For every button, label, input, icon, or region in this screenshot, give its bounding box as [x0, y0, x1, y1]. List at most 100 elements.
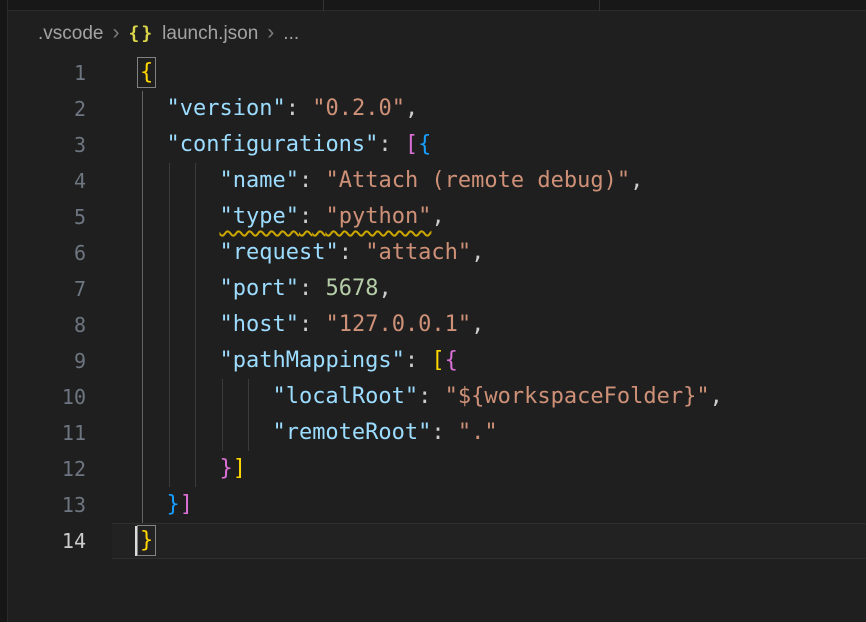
indent-guide — [195, 415, 196, 451]
tab-separator — [323, 0, 324, 11]
code-token: [ — [405, 132, 418, 157]
indent-guide — [169, 379, 170, 415]
indent-guide — [142, 307, 143, 343]
indent-guide — [169, 163, 170, 199]
code-token: "127.0.0.1" — [325, 312, 471, 337]
code-token — [140, 204, 219, 229]
line-number[interactable]: 8 — [0, 307, 86, 343]
code-line-content: "pathMappings": [{ — [140, 343, 458, 379]
code-token — [140, 384, 272, 409]
code-line[interactable]: 1{ — [0, 55, 866, 91]
line-number[interactable]: 13 — [0, 487, 86, 523]
indent-guide — [142, 343, 143, 379]
line-number[interactable]: 12 — [0, 451, 86, 487]
code-token: "configurations" — [167, 132, 379, 157]
code-token: : — [299, 204, 312, 229]
line-number[interactable]: 7 — [0, 271, 86, 307]
code-token — [140, 420, 272, 445]
indent-guide — [169, 307, 170, 343]
code-line[interactable]: 4 "name": "Attach (remote debug)", — [0, 163, 866, 199]
code-token — [140, 312, 219, 337]
indent-guide — [169, 415, 170, 451]
code-token: , — [405, 96, 418, 121]
code-line[interactable]: 10 "localRoot": "${workspaceFolder}", — [0, 379, 866, 415]
indent-guide — [195, 235, 196, 271]
code-token: , — [378, 276, 391, 301]
code-line-content: "name": "Attach (remote debug)", — [140, 163, 643, 199]
indent-guide — [195, 307, 196, 343]
indent-guide — [195, 379, 196, 415]
code-line-content: "request": "attach", — [140, 235, 484, 271]
code-token — [140, 492, 167, 517]
indent-guide — [142, 91, 143, 127]
line-number[interactable]: 11 — [0, 415, 86, 451]
indent-guide — [222, 415, 223, 451]
code-line[interactable]: 3 "configurations": [{ — [0, 127, 866, 163]
code-line[interactable]: 7 "port": 5678, — [0, 271, 866, 307]
warning-squiggle: "type": "python" — [219, 204, 431, 229]
indent-guide — [142, 235, 143, 271]
code-token: , — [471, 240, 484, 265]
breadcrumb: .vscode›{}launch.json›... — [9, 12, 866, 55]
indent-guide — [169, 451, 170, 487]
code-line[interactable]: 13 }] — [0, 487, 866, 523]
breadcrumb-item-launch-json[interactable]: {} launch.json — [128, 23, 258, 45]
breadcrumb-label: ... — [283, 23, 299, 45]
line-number[interactable]: 9 — [0, 343, 86, 379]
code-token — [140, 132, 167, 157]
line-number[interactable]: 3 — [0, 127, 86, 163]
code-line[interactable]: 9 "pathMappings": [{ — [0, 343, 866, 379]
code-token — [140, 276, 219, 301]
code-line-content: "host": "127.0.0.1", — [140, 307, 484, 343]
code-line-content: "configurations": [{ — [140, 127, 431, 163]
code-token — [140, 96, 167, 121]
breadcrumb-item-[interactable]: ... — [283, 23, 299, 45]
code-line[interactable]: 2 "version": "0.2.0", — [0, 91, 866, 127]
code-token: , — [630, 168, 643, 193]
json-file-icon: {} — [128, 23, 154, 44]
code-token: : — [378, 132, 391, 157]
code-line[interactable]: 6 "request": "attach", — [0, 235, 866, 271]
indent-guide — [142, 487, 143, 523]
line-number[interactable]: 6 — [0, 235, 86, 271]
indent-guide — [248, 379, 249, 415]
indent-guide — [195, 271, 196, 307]
line-number[interactable]: 4 — [0, 163, 86, 199]
code-token — [312, 276, 325, 301]
indent-guide — [195, 163, 196, 199]
code-token: : — [299, 312, 312, 337]
line-number[interactable]: 2 — [0, 91, 86, 127]
code-token: ] — [233, 456, 246, 481]
indent-guide — [195, 451, 196, 487]
line-number[interactable]: 14 — [0, 523, 86, 559]
code-line[interactable]: 14} — [0, 523, 866, 559]
code-token: { — [418, 132, 431, 157]
line-number[interactable]: 10 — [0, 379, 86, 415]
code-line[interactable]: 5 "type": "python", — [0, 199, 866, 235]
indent-guide — [142, 451, 143, 487]
code-line[interactable]: 11 "remoteRoot": "." — [0, 415, 866, 451]
code-token: "attach" — [365, 240, 471, 265]
code-token: "request" — [219, 240, 338, 265]
breadcrumb-label: .vscode — [38, 23, 103, 45]
indent-guide — [142, 163, 143, 199]
code-line[interactable]: 12 }] — [0, 451, 866, 487]
code-line[interactable]: 8 "host": "127.0.0.1", — [0, 307, 866, 343]
line-number[interactable]: 1 — [0, 55, 86, 91]
code-token: : — [431, 420, 444, 445]
code-token — [312, 168, 325, 193]
code-token — [392, 132, 405, 157]
line-number[interactable]: 5 — [0, 199, 86, 235]
indent-guide — [169, 235, 170, 271]
code-token — [445, 420, 458, 445]
code-line-content: }] — [140, 487, 193, 523]
code-token — [312, 312, 325, 337]
code-token: : — [418, 384, 431, 409]
code-token: : — [299, 276, 312, 301]
code-line-content: "version": "0.2.0", — [140, 91, 418, 127]
breadcrumb-item-vscode[interactable]: .vscode — [38, 23, 103, 45]
breadcrumb-label: launch.json — [162, 23, 258, 45]
code-token: "python" — [325, 204, 431, 229]
editor[interactable]: 1{2 "version": "0.2.0",3 "configurations… — [0, 55, 866, 559]
tab-separator — [599, 0, 600, 11]
